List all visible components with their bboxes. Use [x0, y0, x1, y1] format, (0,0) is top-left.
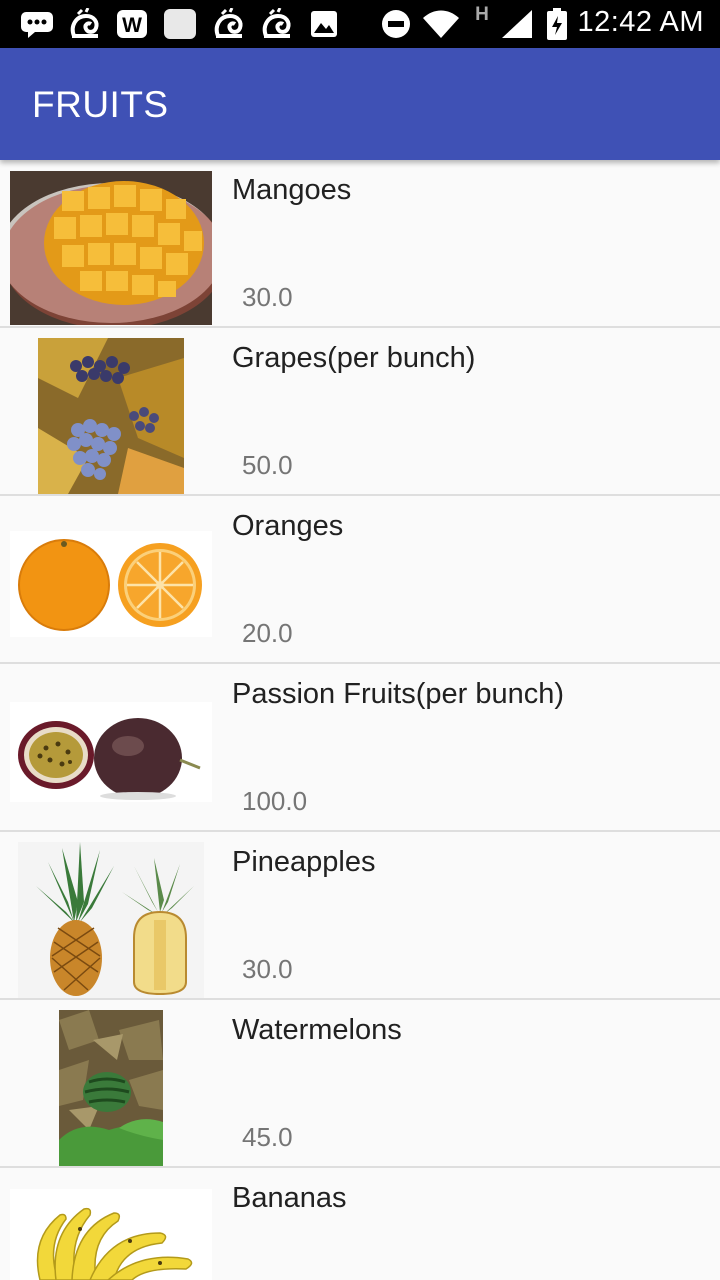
list-item[interactable]: Mangoes 30.0	[0, 160, 720, 328]
list-item[interactable]: Passion Fruits(per bunch) 100.0	[0, 664, 720, 832]
bananas-photo	[10, 1189, 212, 1280]
fruit-name: Mangoes	[232, 174, 352, 206]
uc-browser-icon	[212, 8, 246, 40]
fruit-name: Passion Fruits(per bunch)	[232, 678, 565, 710]
message-icon	[20, 8, 54, 40]
uc-browser-icon	[260, 8, 294, 40]
fruit-price: 100.0	[242, 786, 308, 816]
cell-signal-icon	[500, 8, 534, 40]
list-item[interactable]: Oranges 20.0	[0, 496, 720, 664]
grapes-photo	[38, 338, 184, 494]
oranges-photo	[10, 531, 212, 637]
fruit-name: Pineapples	[232, 846, 376, 878]
image-icon	[310, 8, 338, 40]
uc-browser-icon	[68, 8, 102, 40]
fruit-price: 45.0	[242, 1122, 293, 1152]
mango-photo	[10, 171, 212, 325]
fruit-price: 30.0	[242, 282, 293, 312]
fruit-price: 30.0	[242, 954, 293, 984]
status-time: 12:42 AM	[577, 6, 704, 38]
app-bar: FRUITS	[0, 48, 720, 160]
fruit-price: 50.0	[242, 450, 293, 480]
network-type-label: H	[475, 4, 489, 25]
page-title: FRUITS	[32, 84, 169, 125]
fruit-list[interactable]: Mangoes 30.0 Grapes(per bunch) 50.0 Oran…	[0, 160, 720, 1280]
list-item[interactable]: Grapes(per bunch) 50.0	[0, 328, 720, 496]
status-bar: W H 12:42 AM	[0, 0, 720, 48]
svg-text:W: W	[122, 14, 142, 37]
word-icon: W	[116, 8, 148, 40]
fruit-name: Bananas	[232, 1182, 347, 1214]
fruit-name: Grapes(per bunch)	[232, 342, 476, 374]
watermelon-photo	[59, 1010, 163, 1166]
fruit-name: Oranges	[232, 510, 344, 542]
pineapples-photo	[18, 842, 204, 998]
battery-icon	[546, 8, 568, 40]
passion-fruits-photo	[10, 702, 212, 802]
do-not-disturb-icon	[380, 8, 412, 40]
fruit-name: Watermelons	[232, 1014, 402, 1046]
list-item[interactable]: Pineapples 30.0	[0, 832, 720, 1000]
list-item[interactable]: Bananas	[0, 1168, 720, 1280]
blank-app-icon	[163, 8, 197, 40]
list-item[interactable]: Watermelons 45.0	[0, 1000, 720, 1168]
wifi-icon	[422, 8, 460, 40]
fruit-price: 20.0	[242, 618, 293, 648]
